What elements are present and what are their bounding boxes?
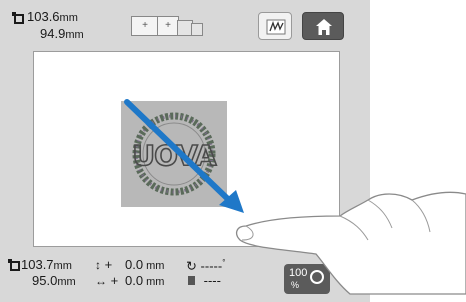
finger-hand-icon [235, 191, 466, 295]
embroidery-edit-screen: 103.6 mm 94.9 mm + + UOVA 103.7mm 95.0mm… [0, 0, 466, 302]
